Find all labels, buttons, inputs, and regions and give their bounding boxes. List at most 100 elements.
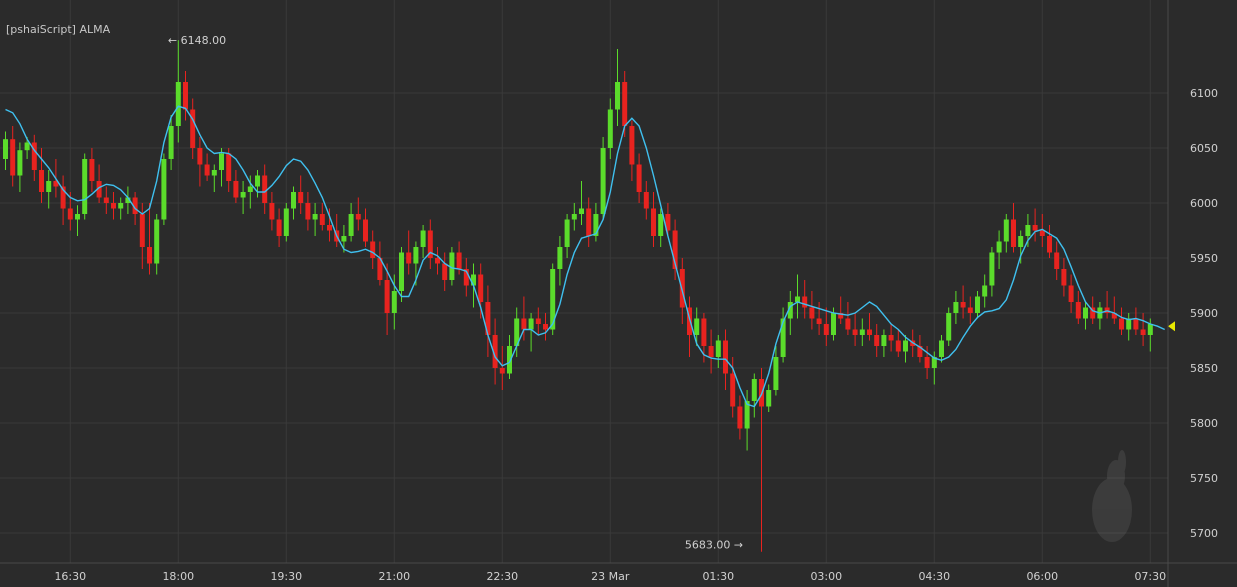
candle-body <box>723 340 728 374</box>
candle-body <box>175 82 181 126</box>
y-tick-label: 5850 <box>1190 362 1218 375</box>
candle-body <box>276 219 282 236</box>
candle-body <box>118 203 124 209</box>
candle-body <box>10 139 16 176</box>
candle-body <box>730 373 736 407</box>
y-tick-label: 6050 <box>1190 142 1218 155</box>
candle-body <box>355 214 361 220</box>
candle-body <box>766 390 772 407</box>
candle-body <box>327 225 332 231</box>
watermark-logo <box>1092 450 1132 542</box>
candle-body <box>615 82 620 110</box>
candle-body <box>89 159 95 181</box>
high-annotation: ← 6148.00 <box>168 34 226 47</box>
candle-body <box>391 291 397 313</box>
candle-body <box>197 148 203 165</box>
candle-body <box>715 340 721 357</box>
candle-body <box>939 340 944 357</box>
candle-body <box>946 313 952 341</box>
candle-body <box>924 357 930 368</box>
candle-body <box>298 192 304 203</box>
candle-body <box>219 153 224 170</box>
candle-body <box>967 307 973 313</box>
candle-body <box>708 346 714 357</box>
x-tick-label: 06:00 <box>1026 570 1058 583</box>
candle-body <box>255 175 260 187</box>
candle-body <box>543 324 548 330</box>
candle-body <box>528 318 534 330</box>
y-tick-label: 5950 <box>1190 252 1218 265</box>
candle-body <box>1075 302 1081 319</box>
candle-body <box>874 335 880 346</box>
candles <box>3 40 1153 552</box>
candle-body <box>269 203 275 220</box>
candle-body <box>831 313 836 335</box>
candle-body <box>111 203 116 209</box>
y-tick-label: 5900 <box>1190 307 1218 320</box>
candle-body <box>852 329 858 335</box>
candle-body <box>989 252 995 286</box>
candle-body <box>413 247 419 264</box>
candle-body <box>190 109 196 148</box>
candle-body <box>67 208 73 220</box>
candle-body <box>607 109 613 148</box>
candle-body <box>953 302 959 313</box>
candle-body <box>982 285 988 297</box>
candle-body <box>283 208 289 236</box>
candle-body <box>103 197 109 203</box>
candle-body <box>168 126 174 159</box>
candle-body <box>82 159 88 214</box>
candle-body <box>1119 318 1124 330</box>
candle-body <box>348 214 354 236</box>
candle-body <box>139 214 145 247</box>
candle-body <box>442 263 448 280</box>
candle-body <box>305 203 311 220</box>
candle-body <box>399 252 404 291</box>
candle-body <box>384 280 390 313</box>
x-tick-label: 03:00 <box>810 570 842 583</box>
candlestick-chart[interactable]: ← 6148.00 5683.00 → 6100 6050 6000 5950 5900 5… <box>0 0 1237 587</box>
candle-body <box>370 241 376 258</box>
candle-body <box>499 368 505 374</box>
candle-body <box>579 208 584 214</box>
candle-body <box>471 274 476 286</box>
candle-body <box>363 219 368 242</box>
candle-body <box>1068 285 1074 302</box>
candle-body <box>319 214 325 225</box>
candle-body <box>802 296 808 308</box>
candle-body <box>161 159 167 220</box>
candle-body <box>17 150 23 176</box>
watermark-ear <box>1118 450 1126 474</box>
x-tick-label: 01:30 <box>702 570 734 583</box>
candle-body <box>1039 230 1045 236</box>
candle-body <box>629 126 635 165</box>
candle-body <box>1083 307 1088 319</box>
candle-body <box>960 302 966 308</box>
candle-body <box>1054 252 1060 269</box>
candle-body <box>312 214 318 220</box>
candle-body <box>1133 318 1139 330</box>
candle-body <box>557 247 563 269</box>
candle-body <box>795 296 800 302</box>
x-tick-label: 23 Mar <box>591 570 630 583</box>
candle-body <box>1003 219 1009 242</box>
candle-body <box>183 82 188 110</box>
candle-body <box>1011 219 1016 247</box>
candle-body <box>903 340 908 352</box>
candle-body <box>845 318 851 330</box>
candle-body <box>895 340 901 352</box>
candle-body <box>694 318 700 335</box>
candle-body <box>823 324 829 335</box>
candle-body <box>211 170 217 176</box>
candle-body <box>701 318 707 346</box>
x-tick-label: 21:00 <box>378 570 410 583</box>
candle-body <box>240 192 246 198</box>
y-tick-label: 5750 <box>1190 472 1218 485</box>
candle-body <box>535 318 541 324</box>
candle-body <box>456 252 462 269</box>
candle-body <box>996 241 1002 253</box>
candle-body <box>226 153 232 181</box>
candle-body <box>247 186 253 192</box>
low-annotation: 5683.00 → <box>685 539 743 552</box>
candle-body <box>600 148 606 214</box>
